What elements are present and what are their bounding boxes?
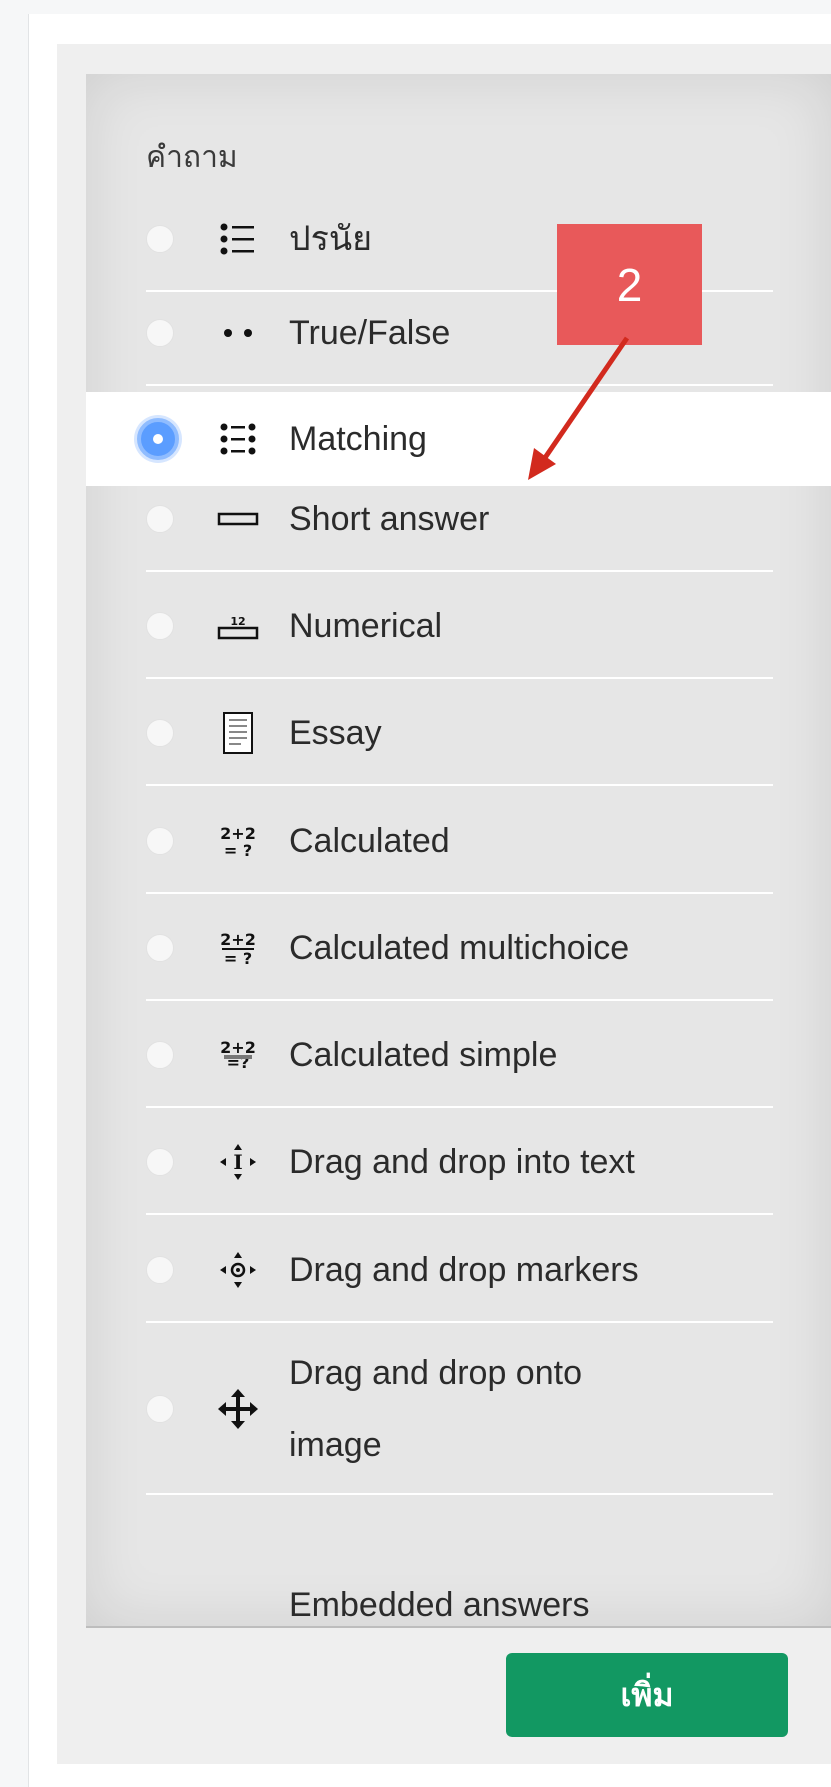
radio-ddwtos[interactable] <box>146 1148 174 1176</box>
annotation-arrow-icon <box>528 336 630 480</box>
divider <box>146 384 773 386</box>
item-label: Calculated multichoice <box>289 928 630 967</box>
list-item-ddmarker[interactable]: Drag and drop markers <box>86 1217 831 1323</box>
list-item-essay[interactable]: Essay <box>86 680 831 786</box>
svg-text:2+2: 2+2 <box>220 930 256 949</box>
two-dots-icon <box>216 311 260 355</box>
radio-calculatedmulti[interactable] <box>146 934 174 962</box>
multichoice-list-icon <box>216 217 260 261</box>
item-label: Calculated <box>289 821 450 860</box>
radio-shortanswer[interactable] <box>146 505 174 533</box>
radio-ddmarker[interactable] <box>146 1256 174 1284</box>
item-label: Drag and drop onto image <box>289 1354 582 1464</box>
svg-text:I: I <box>233 1150 242 1174</box>
item-label: Drag and drop into text <box>289 1142 635 1181</box>
document-lines-icon <box>216 711 260 755</box>
list-item-ddwtos[interactable]: I Drag and drop into text <box>86 1109 831 1215</box>
item-label: Numerical <box>289 606 443 645</box>
item-label: Matching <box>289 419 427 458</box>
list-item-shortanswer[interactable]: Short answer <box>86 466 831 572</box>
drag-markers-icon <box>216 1248 260 1292</box>
svg-text:= ?: = ? <box>224 841 252 860</box>
divider <box>146 570 773 572</box>
item-label: Drag and drop markers <box>289 1250 639 1289</box>
radio-matching[interactable] <box>137 418 179 460</box>
divider <box>146 1106 773 1108</box>
matching-grid-icon <box>216 417 260 461</box>
list-item-calculated[interactable]: 2+2 = ? Calculated <box>86 788 831 894</box>
add-button[interactable]: เพิ่ม <box>506 1653 788 1737</box>
item-label: Calculated simple <box>289 1035 558 1074</box>
list-item-multichoice[interactable]: ปรนัย <box>86 186 831 292</box>
radio-multichoice[interactable] <box>146 225 174 253</box>
item-label: Short answer <box>289 499 490 538</box>
divider <box>146 1493 773 1495</box>
annotation-badge: 2 <box>557 224 702 345</box>
list-item-calculatedmulti[interactable]: 2+2 = ? Calculated multichoice <box>86 895 831 1001</box>
equation-icon: 2+2 = ? <box>216 819 260 863</box>
equation-simple-icon: 2+2 =? <box>216 1033 260 1077</box>
radio-truefalse[interactable] <box>146 319 174 347</box>
radio-calculatedsimple[interactable] <box>146 1041 174 1069</box>
item-label: Essay <box>289 713 382 752</box>
divider <box>146 784 773 786</box>
divider <box>146 1213 773 1215</box>
radio-calculated[interactable] <box>146 827 174 855</box>
divider <box>146 677 773 679</box>
drag-text-icon: I <box>216 1140 260 1184</box>
text-box-icon <box>216 497 260 541</box>
item-label-embedded: Embedded answers <box>289 1586 590 1624</box>
radio-numerical[interactable] <box>146 612 174 640</box>
divider <box>146 999 773 1001</box>
list-item-ddimageortext[interactable]: Drag and drop onto image <box>86 1323 831 1495</box>
question-type-list[interactable]: คำถาม ปรนัย True/False Matching Short an… <box>86 74 831 1628</box>
numeric-box-icon: 12 <box>216 604 260 648</box>
list-item-numerical[interactable]: 12 Numerical <box>86 573 831 679</box>
radio-essay[interactable] <box>146 719 174 747</box>
svg-text:= ?: = ? <box>224 949 252 968</box>
equation-list-icon: 2+2 = ? <box>216 926 260 970</box>
divider <box>146 892 773 894</box>
section-title: คำถาม <box>146 141 238 174</box>
radio-ddimageortext[interactable] <box>146 1395 174 1423</box>
list-item-calculatedsimple[interactable]: 2+2 =? Calculated simple <box>86 1002 831 1108</box>
move-cross-icon <box>216 1387 260 1431</box>
list-item-truefalse[interactable]: True/False <box>86 280 831 386</box>
svg-text:12: 12 <box>230 615 245 628</box>
